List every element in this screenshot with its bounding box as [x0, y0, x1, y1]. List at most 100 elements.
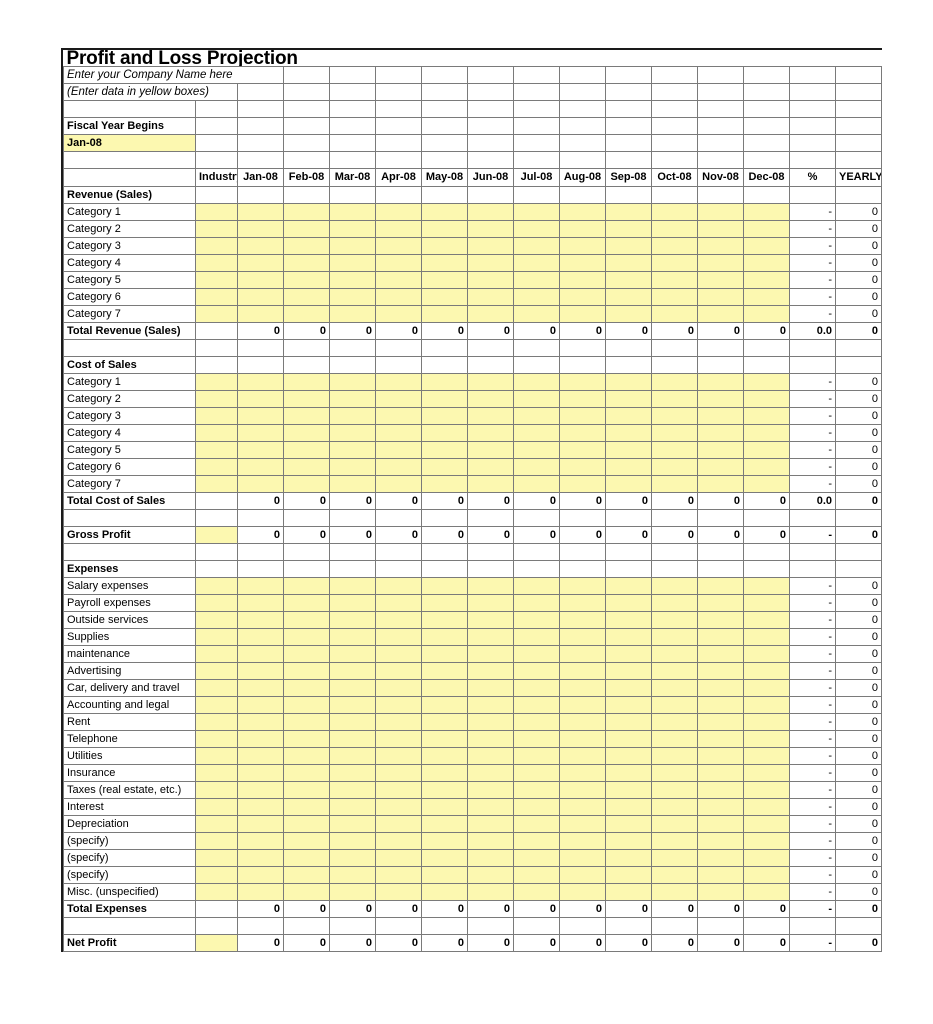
input-cell[interactable] — [195, 526, 238, 544]
input-cell[interactable] — [513, 747, 560, 765]
input-cell[interactable] — [329, 373, 376, 391]
input-cell[interactable] — [237, 288, 284, 306]
input-cell[interactable] — [743, 577, 790, 595]
input-cell[interactable] — [605, 866, 652, 884]
input-cell[interactable] — [697, 271, 744, 289]
input-cell[interactable] — [513, 849, 560, 867]
input-cell[interactable] — [237, 577, 284, 595]
input-cell[interactable] — [559, 645, 606, 663]
input-cell[interactable] — [467, 254, 514, 272]
input-cell[interactable] — [743, 458, 790, 476]
input-cell[interactable] — [375, 696, 422, 714]
input-cell[interactable] — [605, 254, 652, 272]
input-cell[interactable] — [559, 730, 606, 748]
input-cell[interactable] — [237, 679, 284, 697]
input-cell[interactable] — [421, 441, 468, 459]
input-cell[interactable] — [559, 458, 606, 476]
input-cell[interactable] — [513, 373, 560, 391]
input-cell[interactable] — [421, 781, 468, 799]
input-cell[interactable] — [237, 713, 284, 731]
input-cell[interactable] — [375, 866, 422, 884]
input-cell[interactable] — [559, 271, 606, 289]
input-cell[interactable] — [283, 730, 330, 748]
input-cell[interactable] — [559, 203, 606, 221]
input-cell[interactable] — [283, 407, 330, 425]
input-cell[interactable] — [283, 373, 330, 391]
input-cell[interactable] — [195, 934, 238, 952]
input-cell[interactable] — [283, 628, 330, 646]
input-cell[interactable] — [559, 713, 606, 731]
input-cell[interactable] — [195, 577, 238, 595]
input-cell[interactable] — [237, 645, 284, 663]
input-cell[interactable] — [743, 764, 790, 782]
input-cell[interactable] — [559, 441, 606, 459]
input-cell[interactable] — [651, 254, 698, 272]
input-cell[interactable] — [697, 407, 744, 425]
input-cell[interactable] — [697, 628, 744, 646]
input-cell[interactable] — [237, 628, 284, 646]
input-cell[interactable] — [605, 883, 652, 901]
input-cell[interactable] — [559, 747, 606, 765]
input-cell[interactable] — [195, 237, 238, 255]
input-cell[interactable] — [467, 815, 514, 833]
input-cell[interactable] — [195, 764, 238, 782]
input-cell[interactable] — [237, 764, 284, 782]
input-cell[interactable] — [605, 628, 652, 646]
input-cell[interactable] — [467, 577, 514, 595]
input-cell[interactable] — [375, 849, 422, 867]
input-cell[interactable] — [513, 577, 560, 595]
input-cell[interactable] — [195, 849, 238, 867]
input-cell[interactable] — [467, 611, 514, 629]
input-cell[interactable] — [743, 849, 790, 867]
input-cell[interactable] — [421, 594, 468, 612]
input-cell[interactable] — [743, 781, 790, 799]
input-cell[interactable] — [467, 407, 514, 425]
fiscal-year-input[interactable]: Jan-08 — [63, 134, 196, 152]
input-cell[interactable] — [329, 203, 376, 221]
input-cell[interactable] — [467, 781, 514, 799]
input-cell[interactable] — [283, 815, 330, 833]
input-cell[interactable] — [329, 237, 376, 255]
input-cell[interactable] — [237, 611, 284, 629]
input-cell[interactable] — [743, 390, 790, 408]
input-cell[interactable] — [513, 458, 560, 476]
input-cell[interactable] — [467, 713, 514, 731]
input-cell[interactable] — [743, 271, 790, 289]
input-cell[interactable] — [513, 764, 560, 782]
input-cell[interactable] — [559, 832, 606, 850]
input-cell[interactable] — [329, 458, 376, 476]
input-cell[interactable] — [743, 441, 790, 459]
input-cell[interactable] — [743, 883, 790, 901]
input-cell[interactable] — [283, 288, 330, 306]
input-cell[interactable] — [513, 866, 560, 884]
input-cell[interactable] — [651, 577, 698, 595]
input-cell[interactable] — [743, 747, 790, 765]
input-cell[interactable] — [513, 781, 560, 799]
input-cell[interactable] — [195, 305, 238, 323]
input-cell[interactable] — [605, 594, 652, 612]
input-cell[interactable] — [743, 815, 790, 833]
input-cell[interactable] — [605, 237, 652, 255]
input-cell[interactable] — [513, 645, 560, 663]
input-cell[interactable] — [651, 832, 698, 850]
input-cell[interactable] — [559, 390, 606, 408]
input-cell[interactable] — [421, 713, 468, 731]
input-cell[interactable] — [421, 696, 468, 714]
input-cell[interactable] — [513, 254, 560, 272]
input-cell[interactable] — [329, 832, 376, 850]
input-cell[interactable] — [513, 798, 560, 816]
input-cell[interactable] — [237, 424, 284, 442]
input-cell[interactable] — [421, 271, 468, 289]
input-cell[interactable] — [237, 458, 284, 476]
input-cell[interactable] — [237, 254, 284, 272]
input-cell[interactable] — [651, 373, 698, 391]
input-cell[interactable] — [697, 577, 744, 595]
input-cell[interactable] — [467, 662, 514, 680]
input-cell[interactable] — [329, 611, 376, 629]
input-cell[interactable] — [605, 203, 652, 221]
input-cell[interactable] — [283, 696, 330, 714]
input-cell[interactable] — [605, 815, 652, 833]
input-cell[interactable] — [375, 815, 422, 833]
input-cell[interactable] — [467, 747, 514, 765]
input-cell[interactable] — [651, 203, 698, 221]
